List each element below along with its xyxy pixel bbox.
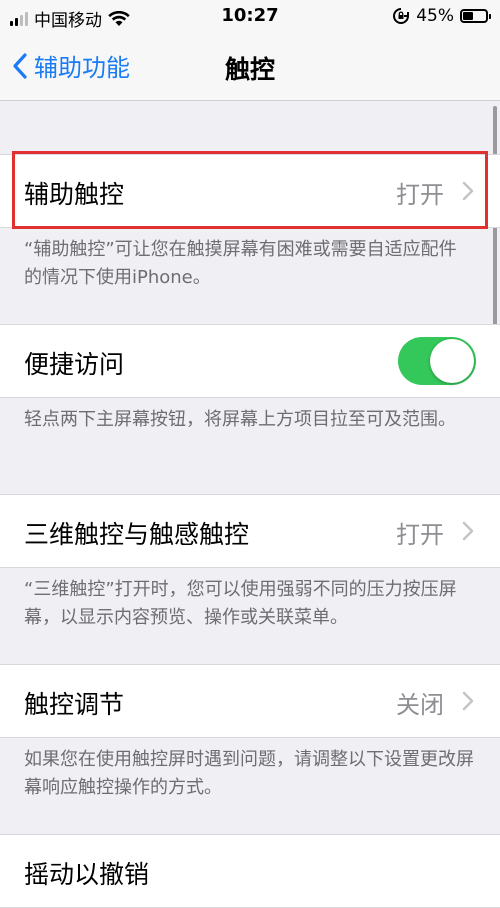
reachability-row: 便捷访问	[0, 324, 500, 398]
orientation-lock-icon	[393, 8, 410, 24]
toggle-knob	[430, 339, 474, 383]
chevron-right-icon	[462, 691, 474, 711]
assistive-touch-row[interactable]: 辅助触控 打开	[0, 154, 500, 228]
touch-accommodations-value: 关闭	[396, 691, 444, 719]
reachability-note: 轻点两下主屏幕按钮，将屏幕上方项目拉至可及范围。	[24, 409, 456, 430]
touch-accommodations-label: 触控调节	[24, 690, 125, 719]
status-bar: 中国移动 10:27 45%	[0, 0, 500, 34]
touch-accommodations-note: 如果您在使用触控屏时遇到问题，请调整以下设置更改屏幕响应触控操作的方式。	[24, 749, 474, 798]
page-title: 触控	[224, 55, 275, 84]
status-right: 45%	[392, 6, 491, 26]
battery-icon	[460, 9, 491, 23]
battery-fill	[463, 12, 473, 20]
shake-to-undo-row[interactable]: 摇动以撤销	[0, 834, 500, 908]
3d-touch-row[interactable]: 三维触控与触感触控 打开	[0, 494, 500, 568]
3d-touch-note: “三维触控”打开时，您可以使用强弱不同的压力按压屏幕，以显示内容预览、操作或关联…	[24, 579, 457, 628]
chevron-right-icon	[462, 521, 474, 541]
assistive-touch-note: “辅助触控”可让您在触摸屏幕有困难或需要自适应配件的情况下使用iPhone。	[24, 239, 457, 288]
battery-percentage: 45%	[416, 6, 454, 26]
assistive-touch-label: 辅助触控	[24, 180, 125, 209]
navigation-bar: 辅助功能 触控	[0, 34, 500, 101]
3d-touch-label: 三维触控与触感触控	[24, 520, 250, 549]
touch-accommodations-row[interactable]: 触控调节 关闭	[0, 664, 500, 738]
reachability-toggle[interactable]	[398, 337, 476, 385]
chevron-right-icon	[462, 181, 474, 201]
assistive-touch-value: 打开	[396, 181, 444, 209]
shake-to-undo-label: 摇动以撤销	[24, 860, 150, 889]
3d-touch-value: 打开	[396, 521, 444, 549]
reachability-label: 便捷访问	[24, 350, 125, 379]
